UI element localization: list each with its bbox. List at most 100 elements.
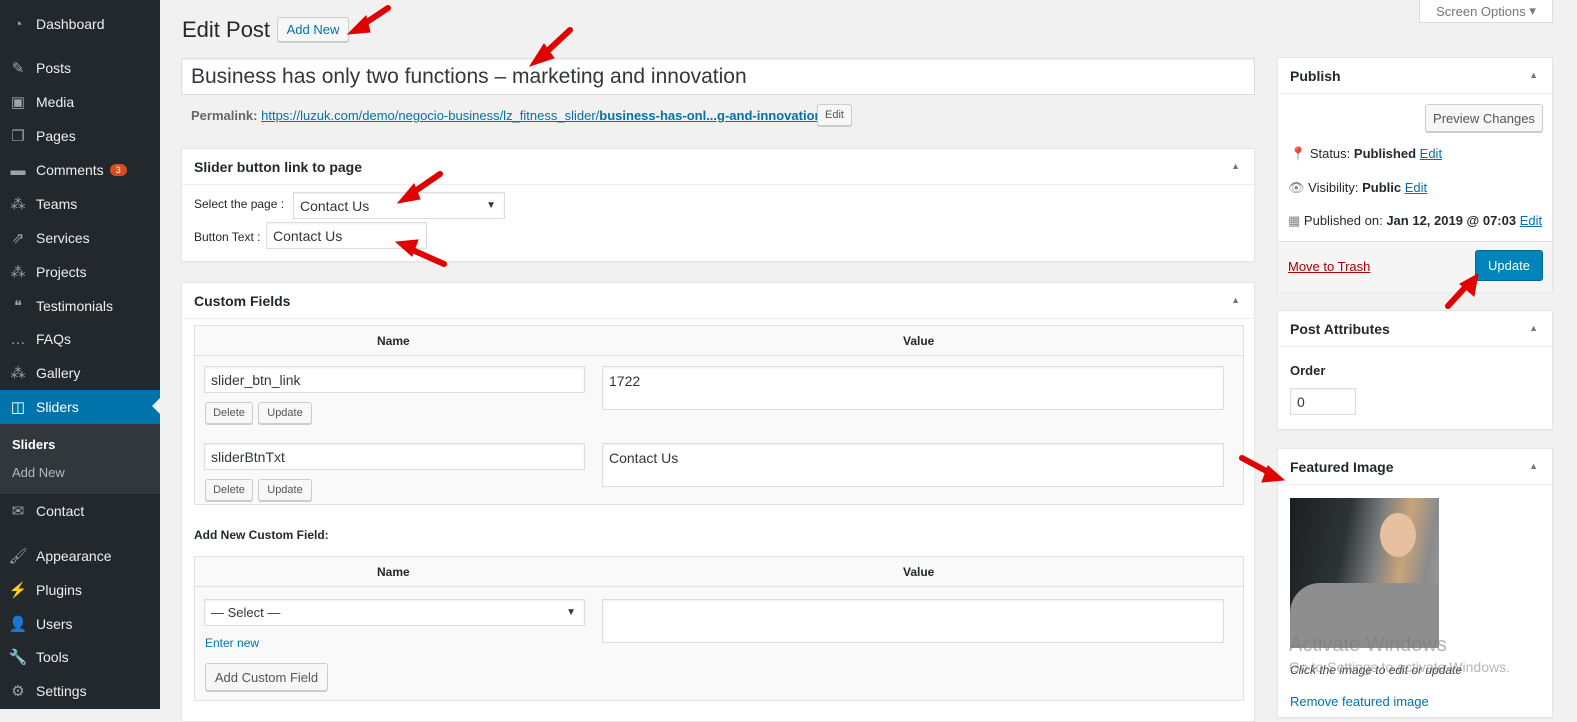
sidebar-item-faqs[interactable]: … FAQs bbox=[0, 322, 160, 356]
preview-changes-button[interactable]: Preview Changes bbox=[1425, 104, 1543, 132]
toggle-icon[interactable]: ▲ bbox=[1529, 70, 1538, 80]
publish-box: Publish ▲ Preview Changes 📍 Status: Publi… bbox=[1277, 57, 1553, 292]
permalink-label: Permalink: bbox=[191, 108, 258, 123]
sidebar-item-settings[interactable]: ⚙ Settings bbox=[0, 674, 160, 708]
sidebar-item-label: Contact bbox=[36, 503, 85, 519]
groups-icon: ⁂ bbox=[10, 196, 26, 213]
add-new-button[interactable]: Add New bbox=[277, 17, 349, 42]
select-page-label: Select the page : bbox=[194, 197, 285, 211]
sidebar-item-label: Media bbox=[36, 94, 75, 110]
delete-button[interactable]: Delete bbox=[205, 479, 253, 501]
toggle-icon[interactable]: ▲ bbox=[1529, 323, 1538, 333]
dashboard-icon: ◔ bbox=[13, 15, 23, 33]
add-field-table: Name Value — Select — ▼ Enter new Add Cus… bbox=[194, 556, 1244, 701]
submenu-add-new[interactable]: Add New bbox=[12, 465, 65, 480]
current-menu-indicator bbox=[144, 398, 160, 414]
sidebar-item-media[interactable]: ▣ Media bbox=[0, 85, 160, 119]
sidebar-item-label: Projects bbox=[36, 264, 87, 280]
move-to-trash-link[interactable]: Move to Trash bbox=[1288, 259, 1370, 274]
sidebar-item-dashboard[interactable]: ◔ Dashboard bbox=[0, 7, 160, 41]
toggle-icon[interactable]: ▲ bbox=[1529, 461, 1538, 471]
screen-options-button[interactable]: Screen Options ▾ bbox=[1419, 0, 1553, 23]
edit-date-link[interactable]: Edit bbox=[1520, 213, 1542, 228]
comment-icon: ▬ bbox=[10, 161, 26, 179]
field-key-select[interactable]: — Select — ▼ bbox=[204, 599, 585, 626]
share-icon: ⇗ bbox=[11, 230, 25, 247]
sidebar-item-teams[interactable]: ⁂ Teams bbox=[0, 187, 160, 221]
col-value: Value bbox=[903, 565, 935, 579]
groups-icon: ⁂ bbox=[10, 264, 26, 281]
new-field-value-textarea[interactable] bbox=[602, 599, 1224, 643]
enter-new-link[interactable]: Enter new bbox=[205, 636, 259, 650]
post-title-input[interactable]: Business has only two functions – market… bbox=[181, 58, 1255, 95]
sidebar-item-comments[interactable]: ▬ Comments 3 bbox=[0, 153, 160, 187]
update-button[interactable]: Update bbox=[258, 402, 312, 424]
field-name-input[interactable]: slider_btn_link bbox=[204, 366, 585, 393]
brush-icon: 🖌 bbox=[8, 548, 28, 565]
featured-image-header[interactable]: Featured Image ▲ bbox=[1278, 449, 1552, 485]
publish-actions: Move to Trash Update bbox=[1278, 241, 1552, 292]
featured-image[interactable] bbox=[1290, 498, 1439, 648]
toggle-icon[interactable]: ▲ bbox=[1231, 295, 1240, 305]
comment-count-badge: 3 bbox=[109, 164, 127, 176]
users-icon: 👤 bbox=[8, 616, 28, 633]
format-chat-icon: … bbox=[10, 330, 26, 348]
sidebar-item-testimonials[interactable]: ❝ Testimonials bbox=[0, 289, 160, 323]
add-custom-field-button[interactable]: Add Custom Field bbox=[205, 663, 328, 691]
arrow-icon bbox=[355, 5, 391, 31]
remove-featured-image-link[interactable]: Remove featured image bbox=[1290, 694, 1429, 709]
sidebar-item-posts[interactable]: ✎ Posts bbox=[0, 51, 160, 85]
sidebar-item-projects[interactable]: ⁂ Projects bbox=[0, 255, 160, 289]
sidebar-item-sliders[interactable]: ◫ Sliders bbox=[0, 390, 160, 424]
update-button[interactable]: Update bbox=[258, 479, 312, 501]
sidebar-item-plugins[interactable]: ⚡ Plugins bbox=[0, 573, 160, 607]
pin-icon: ✎ bbox=[11, 60, 25, 77]
published-row: ▦ Published on: Jan 12, 2019 @ 07:03 Edi… bbox=[1288, 213, 1543, 228]
screen-options-label: Screen Options bbox=[1436, 3, 1526, 19]
slides-icon: ◫ bbox=[10, 399, 26, 416]
pages-icon: ❐ bbox=[11, 128, 25, 145]
sidebar-item-label: Posts bbox=[36, 60, 72, 76]
field-name-input[interactable]: sliderBtnTxt bbox=[204, 443, 585, 470]
slider-link-header[interactable]: Slider button link to page ▲ bbox=[182, 149, 1254, 185]
visibility-row: 👁 Visibility: Public Edit bbox=[1288, 180, 1428, 195]
sidebar-item-contact[interactable]: ✉ Contact bbox=[0, 494, 160, 528]
delete-button[interactable]: Delete bbox=[205, 402, 253, 424]
calendar-icon: ▦ bbox=[1288, 213, 1301, 228]
groups-icon: ⁂ bbox=[10, 365, 26, 382]
page-title: Edit Post bbox=[182, 17, 271, 42]
post-attributes-header[interactable]: Post Attributes ▲ bbox=[1278, 311, 1552, 347]
sidebar-item-pages[interactable]: ❐ Pages bbox=[0, 119, 160, 153]
arrow-icon bbox=[537, 27, 573, 61]
permalink-link[interactable]: https://luzuk.com/demo/negocio-business/… bbox=[261, 108, 826, 123]
eye-icon: 👁 bbox=[1288, 180, 1305, 195]
order-input[interactable]: 0 bbox=[1290, 388, 1356, 415]
admin-sidebar: ◔ Dashboard ✎ Posts ▣ Media ❐ Pages ▬ Comments 3 ⁂ T… bbox=[0, 0, 160, 709]
sidebar-item-label: Teams bbox=[36, 196, 78, 212]
toggle-icon[interactable]: ▲ bbox=[1231, 161, 1240, 171]
permalink-edit-button[interactable]: Edit bbox=[817, 104, 852, 126]
select-page-dropdown[interactable]: Contact Us ▼ bbox=[293, 192, 505, 219]
sidebar-item-label: Dashboard bbox=[36, 16, 105, 32]
edit-visibility-link[interactable]: Edit bbox=[1405, 180, 1427, 195]
sidebar-item-appearance[interactable]: 🖌 Appearance bbox=[0, 539, 160, 573]
sidebar-item-tools[interactable]: 🔧 Tools bbox=[0, 640, 160, 674]
field-value-textarea[interactable]: Contact Us bbox=[602, 443, 1224, 487]
edit-status-link[interactable]: Edit bbox=[1420, 146, 1442, 161]
settings-icon: ⚙ bbox=[11, 683, 25, 700]
sidebar-item-users[interactable]: 👤 Users bbox=[0, 607, 160, 641]
publish-header[interactable]: Publish ▲ bbox=[1278, 58, 1552, 94]
col-name: Name bbox=[377, 565, 410, 579]
field-value-textarea[interactable]: 1722 bbox=[602, 366, 1224, 410]
sidebar-item-label: Appearance bbox=[36, 548, 112, 564]
activate-windows-watermark: Activate Windows bbox=[1289, 634, 1447, 656]
submenu-sliders[interactable]: Sliders bbox=[12, 437, 55, 452]
custom-fields-header[interactable]: Custom Fields ▲ bbox=[182, 283, 1254, 319]
sidebar-item-label: FAQs bbox=[36, 331, 72, 347]
status-row: 📍 Status: Published Edit bbox=[1290, 146, 1443, 161]
sidebar-item-label: Sliders bbox=[36, 399, 79, 415]
sidebar-item-services[interactable]: ⇗ Services bbox=[0, 221, 160, 255]
update-button[interactable]: Update bbox=[1475, 250, 1543, 281]
button-text-input[interactable]: Contact Us bbox=[266, 222, 427, 249]
sidebar-item-gallery[interactable]: ⁂ Gallery bbox=[0, 356, 160, 390]
